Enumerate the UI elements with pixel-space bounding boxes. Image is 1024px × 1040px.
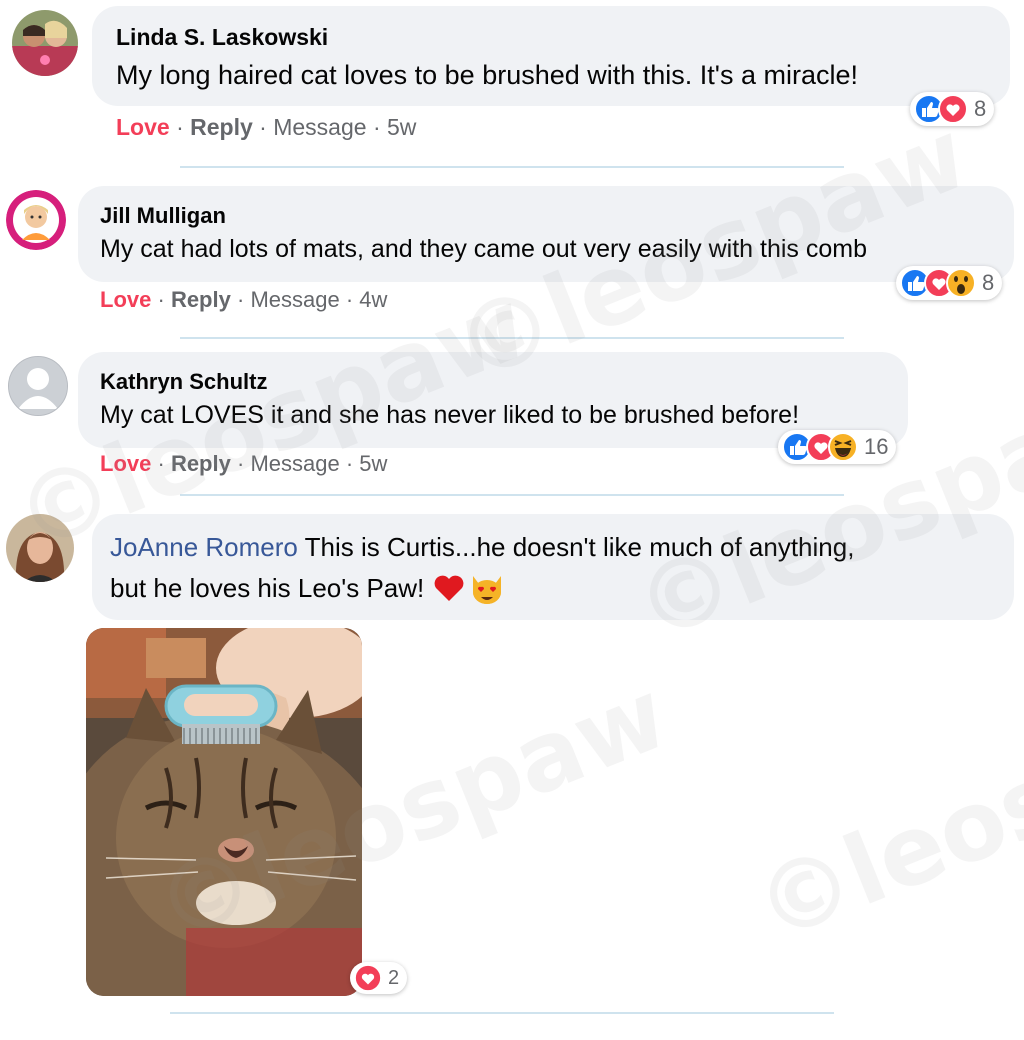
- separator: ·: [345, 287, 360, 312]
- reaction-summary[interactable]: 8: [910, 92, 995, 126]
- reaction-summary[interactable]: 16: [778, 430, 897, 464]
- heart-icon: [938, 94, 968, 124]
- love-link[interactable]: Love: [116, 114, 170, 140]
- comment-photo[interactable]: [86, 628, 362, 996]
- comment-text: My cat had lots of mats, and they came o…: [100, 235, 867, 263]
- avatar[interactable]: [6, 514, 74, 582]
- message-link[interactable]: Message: [250, 287, 339, 312]
- reaction-count: 8: [974, 96, 987, 121]
- comment-actions: Love · Reply · Message · 5w: [116, 114, 416, 141]
- heart-eyes-cat-icon: [473, 576, 502, 604]
- wow-icon: [946, 268, 976, 298]
- reply-link[interactable]: Reply: [171, 451, 231, 476]
- reaction-count: 2: [388, 966, 400, 989]
- red-heart-icon: [434, 575, 464, 601]
- love-link[interactable]: Love: [100, 451, 151, 476]
- separator: ·: [157, 451, 171, 476]
- comment-author[interactable]: Kathryn Schultz: [100, 369, 267, 395]
- reaction-count: 16: [864, 434, 889, 459]
- comment-age[interactable]: 5w: [359, 451, 387, 476]
- love-link[interactable]: Love: [100, 287, 151, 312]
- watermark-text: ©leospaw: [740, 657, 1024, 964]
- separator: ·: [176, 114, 191, 140]
- avatar[interactable]: [8, 356, 68, 416]
- comment-text-line2: but he loves his Leo's Paw!: [110, 570, 506, 606]
- reaction-count: 8: [982, 270, 995, 295]
- avatar[interactable]: [6, 190, 66, 250]
- separator: ·: [236, 287, 251, 312]
- comment-text: My cat LOVES it and she has never liked …: [100, 401, 800, 429]
- separator: ·: [372, 114, 388, 140]
- comment-age[interactable]: 5w: [387, 114, 416, 140]
- comment-bubble: [92, 6, 1010, 106]
- separator: ·: [345, 451, 360, 476]
- separator: ·: [236, 451, 251, 476]
- comment-author[interactable]: Jill Mulligan: [100, 203, 226, 229]
- comment-age[interactable]: 4w: [359, 287, 387, 312]
- comment-actions: Love · Reply · Message · 5w: [100, 451, 387, 477]
- divider: [180, 166, 844, 168]
- comment-text-part: but he loves his Leo's Paw!: [110, 572, 425, 603]
- reply-link[interactable]: Reply: [171, 287, 231, 312]
- comment-author[interactable]: Linda S. Laskowski: [116, 24, 328, 51]
- comment-text-part: This is Curtis...he doesn't like much of…: [304, 532, 855, 562]
- separator: ·: [157, 287, 171, 312]
- comment-text: My long haired cat loves to be brushed w…: [116, 60, 858, 90]
- heart-icon: [354, 964, 382, 992]
- separator: ·: [259, 114, 274, 140]
- message-link[interactable]: Message: [250, 451, 339, 476]
- comment-text-line1: JoAnne Romero This is Curtis...he doesn'…: [110, 532, 854, 563]
- comment-actions: Love · Reply · Message · 4w: [100, 287, 387, 313]
- reaction-summary[interactable]: 8: [896, 266, 1003, 300]
- comment-bubble: [78, 186, 1014, 282]
- photo-reaction-summary[interactable]: 2: [350, 962, 408, 994]
- haha-icon: [828, 432, 858, 462]
- divider: [170, 1012, 834, 1014]
- message-link[interactable]: Message: [273, 114, 366, 140]
- reply-link[interactable]: Reply: [190, 114, 253, 140]
- divider: [180, 337, 844, 339]
- comment-author-link[interactable]: JoAnne Romero: [110, 532, 298, 562]
- divider: [180, 494, 844, 496]
- avatar[interactable]: [12, 10, 78, 76]
